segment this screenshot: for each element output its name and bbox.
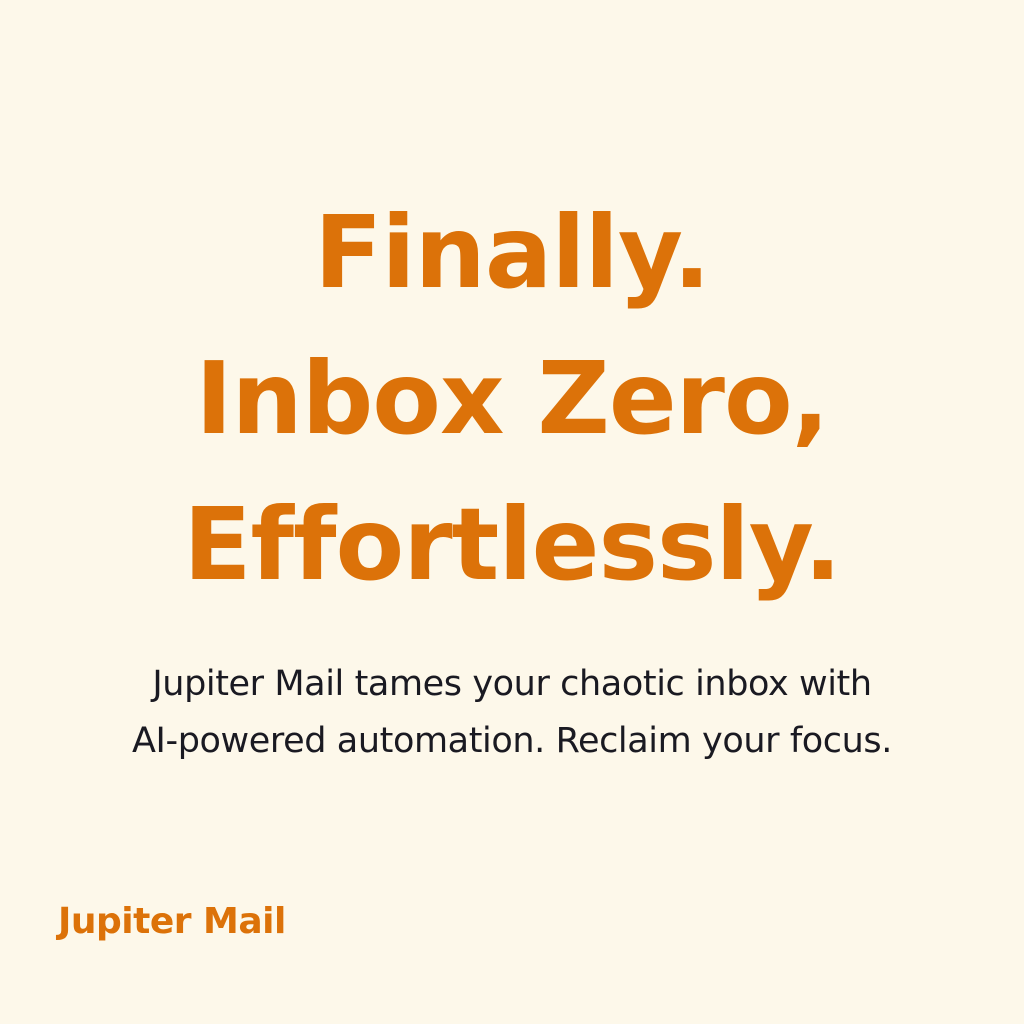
headline-line-1: Finally. [314,194,711,311]
headline-line-2: Inbox Zero, [195,340,829,457]
hero-subtext: Jupiter Mail tames your chaotic inbox wi… [0,656,1024,770]
subtext-line-1: Jupiter Mail tames your chaotic inbox wi… [152,664,872,704]
brand-wordmark: Jupiter Mail [58,901,286,942]
hero-headline: Finally. Inbox Zero, Effortlessly. [0,180,1024,618]
subtext-line-2: AI-powered automation. Reclaim your focu… [132,721,892,761]
headline-line-3: Effortlessly. [183,486,842,603]
